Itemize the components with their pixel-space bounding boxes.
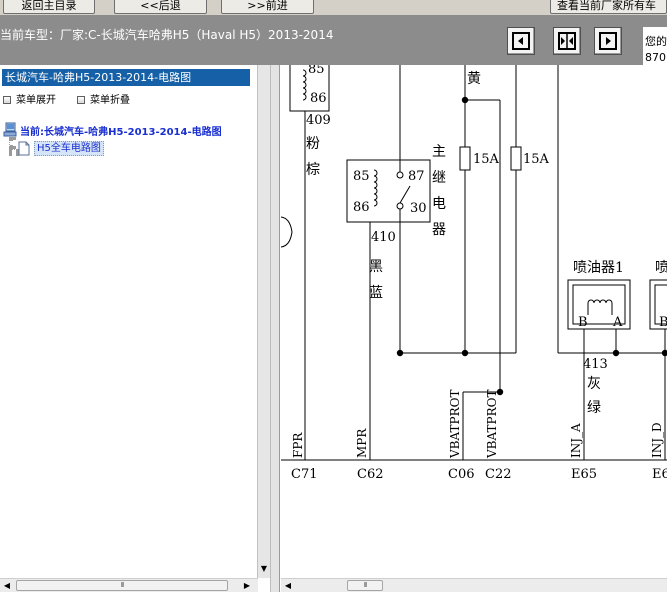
- fuse-1-rating: 15A: [473, 152, 500, 167]
- diagram-scroll-left-arrow[interactable]: ◀: [281, 579, 295, 592]
- pin-c06: C06: [448, 467, 475, 482]
- pin-c62: C62: [357, 467, 384, 482]
- wire-409-color-brown: 棕: [306, 162, 320, 178]
- tree-connector: [9, 137, 13, 149]
- collapse-menu-button[interactable]: 菜单折叠: [77, 91, 130, 106]
- vehicle-info-bar: 当前车型：厂家:C-长城汽车哈弗H5（Haval H5）2013-2014 您的…: [0, 15, 667, 67]
- scroll-right-arrow[interactable]: ▶: [240, 579, 254, 592]
- wire-409-number: 409: [306, 113, 331, 128]
- notice-line-1: 您的: [645, 35, 667, 48]
- wire-409-color-pink: 粉: [306, 136, 320, 152]
- pin-c22: C22: [485, 467, 512, 482]
- expand-menu-label: 菜单展开: [16, 95, 56, 106]
- wire-410-color-blue: 蓝: [369, 285, 383, 301]
- tree-horizontal-scrollbar[interactable]: ◀ III ▶: [0, 578, 258, 592]
- wire-410-number: 410: [371, 230, 396, 245]
- notice-line-2: 870: [645, 51, 666, 64]
- relay-top-pin-86: 86: [310, 91, 327, 106]
- signal-fpr: FPR: [291, 432, 305, 458]
- relay-top-pin-85: 85: [308, 65, 325, 77]
- view-all-vehicles-button[interactable]: 查看当前厂家所有车: [550, 0, 667, 14]
- injector-1-label: 喷油器1: [573, 260, 624, 276]
- current-vehicle-label: 当前车型：厂家:C-长城汽车哈弗H5（Haval H5）2013-2014: [0, 28, 334, 42]
- nav-split-button[interactable]: [553, 27, 581, 55]
- collapse-icon: [77, 96, 85, 104]
- main-relay-label-3: 电: [432, 196, 446, 212]
- signal-inj-d: INJ_D: [650, 422, 664, 458]
- top-toolbar: 返回主目录 <<后退 >>前进 查看当前厂家所有车: [0, 0, 667, 15]
- back-to-home-button[interactable]: 返回主目录: [3, 0, 95, 14]
- forward-button[interactable]: >>前进: [221, 0, 314, 14]
- tree-root-node[interactable]: 当前:长城汽车-哈弗H5-2013-2014-电路图: [3, 122, 255, 138]
- main-relay-label-4: 器: [432, 222, 446, 238]
- scroll-left-arrow[interactable]: ◀: [0, 579, 14, 592]
- pin-e6: E6: [652, 467, 667, 482]
- notice-panel: 您的 870: [643, 27, 667, 67]
- relay-pin-85: 85: [353, 169, 370, 184]
- relay-pin-87: 87: [408, 169, 425, 184]
- back-button[interactable]: <<后退: [114, 0, 207, 14]
- expand-right-icon: [599, 32, 617, 50]
- computer-icon: [3, 122, 17, 137]
- wiring-diagram-view: 85 86 409 粉 棕 黄 85 86 87 30 主 继 电 器 410 …: [281, 65, 667, 578]
- signal-inj-a: INJ_A: [569, 423, 583, 458]
- panel-splitter[interactable]: [270, 65, 280, 592]
- signal-vbatprot-1: VBATPROT: [448, 390, 462, 459]
- wire-yellow-color: 黄: [467, 70, 481, 87]
- expand-icon: [3, 96, 11, 104]
- collapse-menu-label: 菜单折叠: [90, 95, 130, 106]
- wire-413-color-gray: 灰: [587, 376, 601, 392]
- catalog-tree-panel: 长城汽车-哈弗H5-2013-2014-电路图 菜单展开 菜单折叠 当前:长城汽…: [0, 65, 258, 578]
- pin-e65: E65: [571, 467, 597, 482]
- wiring-diagram: 85 86 409 粉 棕 黄 85 86 87 30 主 继 电 器 410 …: [281, 65, 667, 482]
- expand-left-icon: [512, 32, 530, 50]
- wire-410-color-black: 黑: [369, 259, 383, 275]
- scroll-down-arrow[interactable]: ▼: [258, 562, 270, 576]
- signal-vbatprot-2: VBATPROT: [485, 390, 499, 459]
- injector-2-label: 喷: [655, 260, 667, 276]
- pin-c71: C71: [291, 467, 318, 482]
- tree-item-label: H5全车电路图: [34, 141, 104, 156]
- tree-header[interactable]: 长城汽车-哈弗H5-2013-2014-电路图: [2, 69, 250, 86]
- scroll-thumb[interactable]: III: [16, 580, 228, 591]
- relay-pin-86: 86: [353, 200, 370, 215]
- diagram-scroll-thumb[interactable]: III: [347, 580, 383, 591]
- relay-pin-30: 30: [410, 201, 427, 216]
- nav-next-button[interactable]: [594, 27, 622, 55]
- diagram-horizontal-scrollbar[interactable]: ◀ III: [281, 578, 667, 592]
- expand-menu-button[interactable]: 菜单展开: [3, 91, 56, 106]
- main-relay-label-1: 主: [432, 144, 446, 160]
- nav-first-button[interactable]: [507, 27, 535, 55]
- wire-413-number: 413: [583, 357, 608, 372]
- fuse-2-rating: 15A: [523, 152, 550, 167]
- tree-vertical-scrollbar[interactable]: ▼: [258, 65, 270, 578]
- signal-mpr: MPR: [355, 428, 369, 458]
- split-view-icon: [558, 32, 576, 50]
- wire-413-color-green: 绿: [587, 400, 601, 416]
- document-icon: [18, 141, 30, 156]
- injector-1-pin-b: B: [578, 315, 588, 330]
- injector-2-pin-b: B: [659, 315, 667, 330]
- main-relay-label-2: 继: [432, 170, 446, 186]
- injector-1-pin-a: A: [612, 315, 623, 330]
- tree-root-label: 当前:长城汽车-哈弗H5-2013-2014-电路图: [20, 127, 222, 138]
